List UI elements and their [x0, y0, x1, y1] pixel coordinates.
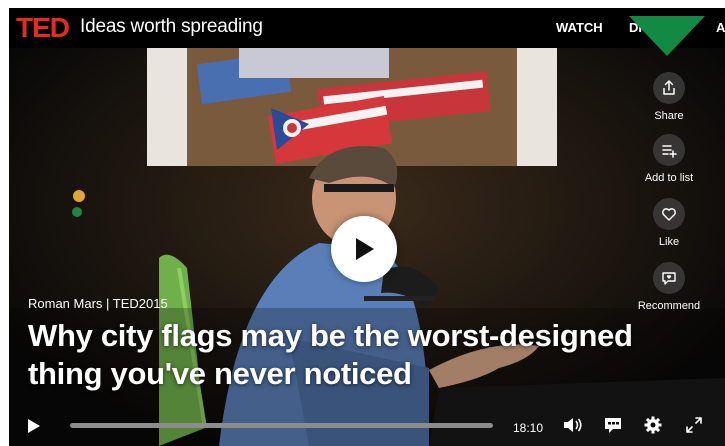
recommend-icon-circle — [653, 262, 685, 294]
big-play-button[interactable] — [331, 216, 397, 282]
recommend-label: Recommend — [637, 300, 701, 312]
add-to-list-button[interactable]: Add to list — [637, 134, 701, 184]
talk-title: Why city flags may be the worst-designed… — [28, 318, 633, 391]
control-play-icon[interactable] — [27, 418, 41, 434]
speaker-event-line: Roman Mars | TED2015 — [28, 296, 168, 311]
settings-gear-icon[interactable] — [644, 416, 662, 434]
nav-watch[interactable]: WATCH — [556, 20, 603, 35]
corner-marker — [629, 16, 705, 56]
volume-icon[interactable] — [563, 416, 583, 434]
recommend-icon — [662, 272, 676, 285]
share-icon — [663, 80, 675, 95]
heart-icon — [662, 208, 676, 221]
video-player[interactable]: TED Ideas worth spreading WATCH DISCOVER… — [9, 8, 725, 446]
like-label: Like — [658, 236, 680, 248]
play-icon — [356, 238, 374, 260]
playlist-add-icon — [662, 145, 677, 158]
share-icon-circle — [653, 72, 685, 104]
ted-logo-text: TED — [16, 13, 70, 43]
site-tagline: Ideas worth spreading — [80, 16, 263, 37]
like-button[interactable]: Like — [637, 198, 701, 248]
ted-logo[interactable]: TED — [16, 13, 74, 43]
nav-about[interactable]: ABOUT — [716, 20, 725, 35]
progress-bar[interactable] — [70, 423, 493, 428]
share-label: Share — [654, 110, 684, 122]
site-header: TED Ideas worth spreading WATCH DISCOVER… — [9, 8, 725, 48]
share-button[interactable]: Share — [637, 72, 701, 122]
like-icon-circle — [653, 198, 685, 230]
fullscreen-icon[interactable] — [685, 416, 703, 434]
add-to-list-icon-circle — [653, 134, 685, 166]
duration-time: 18:10 — [513, 421, 544, 435]
subtitles-icon[interactable] — [603, 416, 623, 434]
recommend-button[interactable]: Recommend — [637, 262, 701, 312]
add-to-list-label: Add to list — [644, 172, 694, 184]
